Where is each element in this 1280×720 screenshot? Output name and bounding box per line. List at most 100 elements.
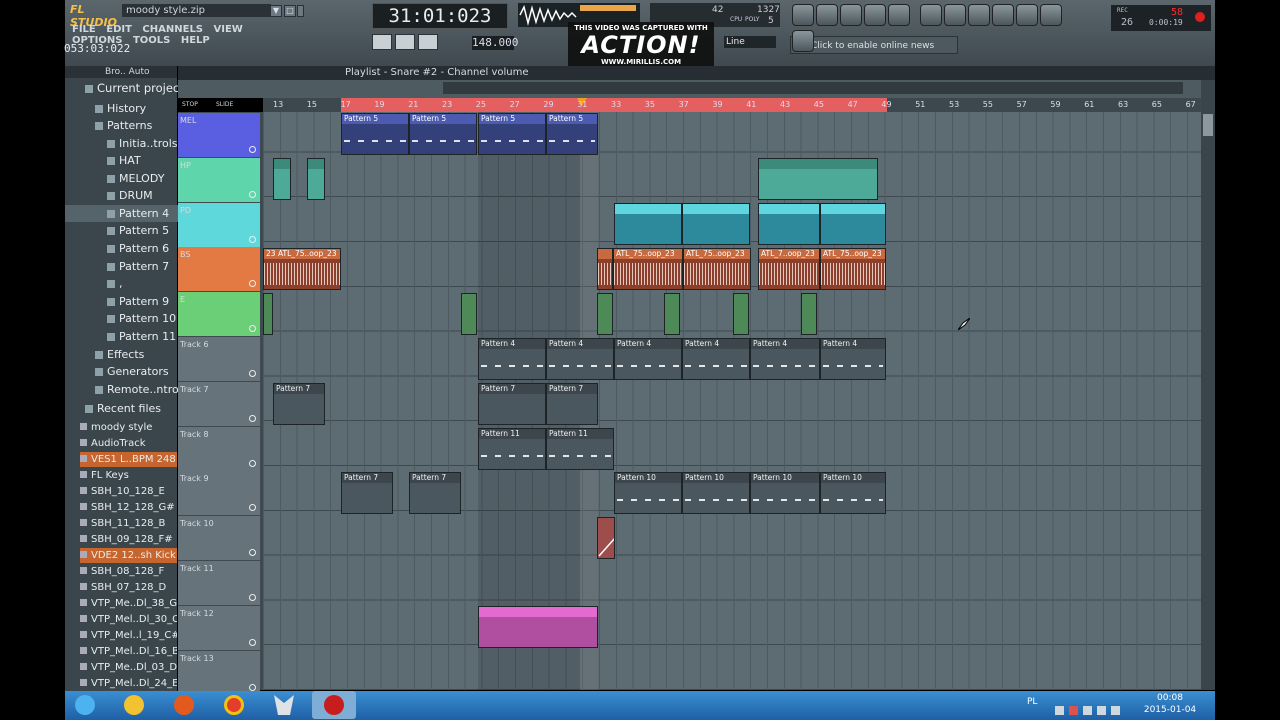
clip-drum[interactable] (664, 293, 680, 335)
track-header[interactable]: Track 8 (178, 426, 260, 471)
menu-channels[interactable]: CHANNELS (142, 24, 203, 35)
tray-up-arrow-icon[interactable] (1055, 706, 1064, 715)
menu-file[interactable]: FILE (72, 24, 96, 35)
recent-file-2[interactable]: VES1 L..BPM 248 (80, 452, 177, 468)
clip-pattern-7[interactable]: Pattern 7 (478, 383, 546, 425)
pause-button[interactable] (372, 34, 392, 50)
track-mute-icon[interactable] (249, 683, 256, 691)
settings-icon[interactable] (1016, 4, 1038, 26)
menu-view[interactable]: VIEW (214, 24, 243, 35)
piano-roll-icon[interactable] (816, 4, 838, 26)
clip-pattern-4[interactable]: Pattern 4 (546, 338, 614, 380)
clip-pattern-10[interactable]: Pattern 10 (820, 472, 886, 514)
vertical-scroll-thumb[interactable] (1203, 114, 1213, 136)
taskbar-fruity-icon[interactable] (262, 691, 306, 719)
clip-pattern-5[interactable]: Pattern 5 (546, 113, 598, 155)
recent-file-6[interactable]: SBH_11_128_B (80, 516, 177, 531)
stop-label[interactable]: STOP (182, 101, 198, 108)
cd-icon[interactable] (968, 4, 990, 26)
clip-pattern-7[interactable]: Pattern 7 (341, 472, 393, 514)
track-header[interactable]: PD (178, 202, 260, 247)
recent-file-16[interactable]: VTP_Mel..Dl_24_E (80, 676, 177, 691)
clip-drum[interactable] (597, 293, 613, 335)
clip-pattern-7[interactable]: Pattern 7 (409, 472, 461, 514)
clip-pattern-4[interactable]: Pattern 4 (820, 338, 886, 380)
record-button[interactable] (418, 34, 438, 50)
track-mute-icon[interactable] (249, 594, 256, 601)
track-mute-icon[interactable] (249, 414, 256, 422)
tools-icon[interactable] (992, 4, 1014, 26)
clip-pattern-4[interactable]: Pattern 4 (682, 338, 750, 380)
language-indicator[interactable]: PL (1027, 697, 1037, 707)
track-mute-icon[interactable] (249, 504, 256, 512)
recent-file-1[interactable]: AudioTrack (80, 436, 177, 451)
track-mute-icon[interactable] (249, 370, 256, 377)
channel-rack-icon[interactable] (840, 4, 862, 26)
clip-pattern-4[interactable]: Pattern 4 (750, 338, 820, 380)
browser-header-label[interactable]: Bro.. Auto (105, 67, 150, 77)
clip-drum[interactable] (733, 293, 749, 335)
clip-pad[interactable] (758, 203, 820, 245)
mixer-icon[interactable] (864, 4, 886, 26)
maximize-button[interactable]: □ (284, 5, 296, 17)
clip-pattern-5[interactable]: Pattern 5 (478, 113, 546, 155)
clip-pink-pattern[interactable] (478, 606, 598, 648)
start-button[interactable] (65, 691, 105, 719)
taskbar-explorer-icon[interactable] (112, 691, 156, 719)
track-header[interactable]: E (178, 292, 260, 337)
taskbar-action-recorder-icon[interactable] (312, 691, 356, 719)
help-icon[interactable] (792, 30, 814, 52)
clip-audio-atl[interactable]: ATL_75..oop_23 (613, 248, 683, 290)
tray-monitor-icon[interactable] (1097, 706, 1106, 715)
track-header[interactable]: MEL (178, 113, 260, 157)
recent-file-12[interactable]: VTP_Mel..Dl_30_C (80, 612, 177, 627)
browser-icon[interactable] (888, 4, 910, 26)
clip-pattern-7[interactable]: Pattern 7 (273, 383, 325, 425)
clip-drum[interactable] (263, 293, 273, 335)
clip-pad[interactable] (682, 203, 750, 245)
recent-file-7[interactable]: SBH_09_128_F# (80, 532, 177, 547)
clip-drum[interactable] (801, 293, 817, 335)
clip-pattern-10[interactable]: Pattern 10 (614, 472, 682, 514)
tray-network-icon[interactable] (1069, 706, 1078, 715)
track-header[interactable]: Track 11 (178, 561, 260, 605)
track-header[interactable]: Track 12 (178, 605, 260, 650)
track-mute-icon[interactable] (249, 459, 256, 467)
clip-pattern-7[interactable]: Pattern 7 (546, 383, 598, 425)
clip-pattern-11[interactable]: Pattern 11 (546, 428, 614, 470)
recent-file-13[interactable]: VTP_Mel..l_19_C# (80, 628, 177, 643)
clip-pattern-4[interactable]: Pattern 4 (614, 338, 682, 380)
tray-volume-icon[interactable] (1111, 706, 1120, 715)
clip-audio-atl[interactable]: 23 ATL_75..oop_23 (263, 248, 341, 290)
track-header[interactable]: BS (178, 247, 260, 292)
clip-hat[interactable] (273, 158, 291, 200)
clip-hat[interactable] (758, 158, 878, 200)
track-header[interactable]: HP (178, 157, 260, 202)
recent-file-3[interactable]: FL Keys (80, 468, 177, 483)
recent-file-14[interactable]: VTP_Mel..Dl_16_B (80, 644, 177, 659)
track-mute-icon[interactable] (249, 190, 256, 198)
playlist-grid[interactable] (263, 112, 1201, 690)
track-header[interactable]: Track 13 (178, 650, 260, 695)
taskbar-chrome-icon[interactable] (212, 691, 256, 719)
clip-audio-atl[interactable] (597, 248, 613, 290)
track-mute-icon[interactable] (249, 235, 256, 243)
clip-audio-atl[interactable]: ATL_7..oop_23 (758, 248, 820, 290)
track-header[interactable]: Track 6 (178, 337, 260, 381)
plugin-icon[interactable] (920, 4, 942, 26)
slide-label[interactable]: SLIDE (216, 101, 233, 108)
clip-pattern-10[interactable]: Pattern 10 (750, 472, 820, 514)
track-mute-icon[interactable] (249, 280, 256, 288)
recent-file-5[interactable]: SBH_12_128_G# (80, 500, 177, 515)
sample-icon[interactable] (944, 4, 966, 26)
recent-file-8[interactable]: VDE2 12..sh Kick (80, 548, 177, 564)
clip-hat[interactable] (307, 158, 325, 200)
playlist-icon[interactable] (792, 4, 814, 26)
clip-pad[interactable] (820, 203, 886, 245)
clip-pattern-5[interactable]: Pattern 5 (409, 113, 477, 155)
track-mute-icon[interactable] (249, 325, 256, 333)
recent-file-11[interactable]: VTP_Me..Dl_38_G (80, 596, 177, 611)
minimize-button[interactable]: ▼ (270, 5, 282, 17)
track-header[interactable]: Track 9 (178, 471, 260, 516)
clip-audio-atl[interactable]: ATL_75..oop_23 (683, 248, 751, 290)
